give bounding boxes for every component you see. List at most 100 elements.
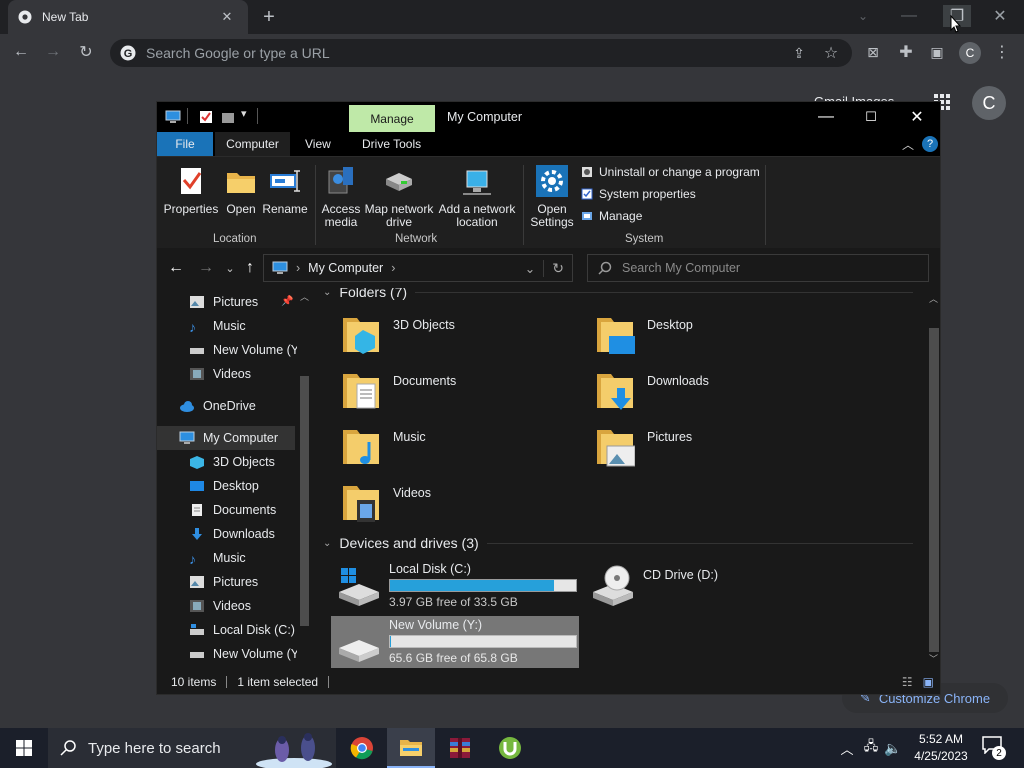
- open-settings-button[interactable]: Open Settings: [527, 165, 577, 229]
- refresh-icon[interactable]: ↻: [543, 259, 564, 277]
- up-arrow-icon[interactable]: ↑: [239, 257, 261, 279]
- nav-back-icon[interactable]: ←: [165, 257, 187, 279]
- nav-item-desktop[interactable]: Desktop: [157, 474, 297, 498]
- tab-file[interactable]: File: [157, 132, 213, 156]
- details-view-icon[interactable]: ☷: [902, 675, 913, 689]
- tab-manage[interactable]: Manage: [349, 105, 435, 132]
- folder-documents-icon: [343, 374, 379, 409]
- search-box[interactable]: Search My Computer: [587, 254, 929, 282]
- drive-cd-d[interactable]: CD Drive (D:): [585, 560, 835, 612]
- taskbar-utorrent[interactable]: [486, 728, 534, 768]
- qat-properties-icon[interactable]: [199, 110, 213, 124]
- drive-c-free: 3.97 GB free of 33.5 GB: [389, 595, 518, 609]
- recent-locations-icon[interactable]: ⌄: [219, 257, 241, 279]
- tab-view[interactable]: View: [293, 132, 343, 156]
- drive-new-volume-y[interactable]: New Volume (Y:) 65.6 GB free of 65.8 GB: [331, 616, 579, 668]
- breadcrumb-separator-icon: ›: [296, 261, 301, 275]
- explorer-maximize-icon[interactable]: ☐: [860, 106, 882, 128]
- tab-computer[interactable]: Computer: [215, 132, 290, 156]
- forward-icon[interactable]: →: [42, 41, 64, 63]
- properties-button[interactable]: Properties: [163, 165, 219, 216]
- open-button[interactable]: Open: [221, 165, 261, 216]
- breadcrumb-my-computer[interactable]: My Computer: [308, 261, 383, 275]
- taskbar-file-explorer[interactable]: [387, 728, 435, 768]
- extension-x-icon[interactable]: ⊠: [862, 41, 884, 63]
- collapse-ribbon-icon[interactable]: ︿: [897, 133, 919, 155]
- devices-group-header[interactable]: ⌄ Devices and drives (3): [323, 535, 913, 551]
- close-tab-icon[interactable]: ✕: [216, 6, 238, 28]
- taskbar-search-box[interactable]: Type here to search: [48, 728, 336, 768]
- back-icon[interactable]: ←: [10, 41, 32, 63]
- nav-item-my-computer[interactable]: My Computer: [157, 426, 295, 450]
- map-network-drive-button[interactable]: Map network drive: [363, 165, 435, 229]
- access-media-button[interactable]: Access media: [319, 165, 363, 229]
- nav-item-videos-2[interactable]: Videos: [157, 594, 297, 618]
- nav-item-new-volume-y-2[interactable]: New Volume (Y:): [157, 642, 297, 666]
- folder-videos[interactable]: Videos: [341, 480, 571, 536]
- share-icon[interactable]: ⇪: [788, 42, 810, 64]
- taskbar-chrome[interactable]: [338, 728, 386, 768]
- pin-icon[interactable]: 📌: [281, 296, 293, 307]
- nav-item-pictures[interactable]: Pictures: [157, 290, 297, 314]
- qat-folder-icon[interactable]: [221, 110, 235, 124]
- omnibox[interactable]: G Search Google or type a URL ⇪ ☆: [110, 39, 852, 67]
- taskbar-clock[interactable]: 5:52 AM 4/25/2023: [906, 731, 976, 765]
- nav-item-music[interactable]: ♪ Music: [157, 314, 297, 338]
- reload-icon[interactable]: ↻: [75, 41, 97, 63]
- videos-icon: [190, 600, 204, 612]
- volume-icon[interactable]: 🔈: [882, 737, 904, 759]
- uninstall-program-button[interactable]: Uninstall or change a program: [581, 165, 760, 179]
- explorer-minimize-icon[interactable]: —: [815, 106, 837, 128]
- nav-item-downloads[interactable]: Downloads: [157, 522, 297, 546]
- folder-pictures-icon: [597, 430, 635, 467]
- address-box[interactable]: › My Computer › ⌄ ↻: [263, 254, 573, 282]
- nav-item-new-volume-y[interactable]: New Volume (Y:): [157, 338, 297, 362]
- content-scrollbar[interactable]: ︿ ﹀: [927, 288, 940, 668]
- drive-local-disk-c[interactable]: Local Disk (C:) 3.97 GB free of 33.5 GB: [331, 560, 581, 612]
- folder-desktop-icon: [597, 318, 635, 354]
- nav-item-videos[interactable]: Videos: [157, 362, 297, 386]
- tab-new-tab[interactable]: New Tab ✕: [8, 0, 248, 34]
- new-tab-icon[interactable]: +: [258, 6, 280, 28]
- help-icon[interactable]: ?: [922, 136, 938, 152]
- nav-item-documents[interactable]: Documents: [157, 498, 297, 522]
- local-disk-icon: [190, 624, 204, 635]
- folder-pictures[interactable]: Pictures: [595, 424, 825, 480]
- nav-item-local-disk-c[interactable]: Local Disk (C:): [157, 618, 297, 642]
- tab-search-icon[interactable]: ⌄: [852, 5, 874, 27]
- folder-documents[interactable]: Documents: [341, 368, 571, 424]
- start-button[interactable]: [0, 728, 48, 768]
- ntp-profile-avatar[interactable]: C: [972, 86, 1006, 120]
- address-dropdown-icon[interactable]: ⌄: [525, 261, 535, 276]
- large-icons-view-icon[interactable]: ▣: [923, 675, 934, 689]
- folder-desktop[interactable]: Desktop: [595, 312, 825, 368]
- nav-item-onedrive[interactable]: OneDrive: [157, 394, 297, 418]
- folders-group-header[interactable]: ⌄ Folders (7): [323, 288, 913, 300]
- folder-downloads[interactable]: Downloads: [595, 368, 825, 424]
- nav-item-3d-objects[interactable]: 3D Objects: [157, 450, 297, 474]
- folder-music[interactable]: Music: [341, 424, 571, 480]
- taskbar-winrar[interactable]: [436, 728, 484, 768]
- folder-3d-objects[interactable]: 3D Objects: [341, 312, 571, 368]
- bookmark-star-icon[interactable]: ☆: [820, 42, 842, 64]
- explorer-close-icon[interactable]: ✕: [906, 106, 928, 128]
- network-icon[interactable]: 🖧: [860, 737, 882, 759]
- chrome-menu-icon[interactable]: ⋮: [991, 41, 1013, 63]
- rename-button[interactable]: Rename: [261, 165, 309, 216]
- side-panel-icon[interactable]: ▣: [926, 41, 948, 63]
- system-properties-button[interactable]: System properties: [581, 187, 696, 201]
- nav-item-music-2[interactable]: ♪ Music: [157, 546, 297, 570]
- extensions-puzzle-icon[interactable]: ✚: [895, 41, 917, 63]
- nav-pane-scrollbar[interactable]: ︿: [297, 288, 313, 666]
- nav-item-pictures-2[interactable]: Pictures: [157, 570, 297, 594]
- qat-dropdown-icon[interactable]: ▾: [241, 107, 247, 120]
- notification-center-button[interactable]: 2: [982, 736, 1006, 760]
- show-hidden-icons-icon[interactable]: ︿: [836, 737, 858, 759]
- add-network-location-button[interactable]: Add a network location: [437, 165, 517, 229]
- manage-button[interactable]: Manage: [581, 209, 642, 223]
- profile-avatar[interactable]: C: [959, 42, 981, 64]
- close-window-icon[interactable]: ✕: [989, 5, 1011, 27]
- nav-forward-icon[interactable]: →: [195, 257, 217, 279]
- minimize-icon[interactable]: —: [898, 5, 920, 27]
- tab-drive-tools[interactable]: Drive Tools: [350, 132, 433, 156]
